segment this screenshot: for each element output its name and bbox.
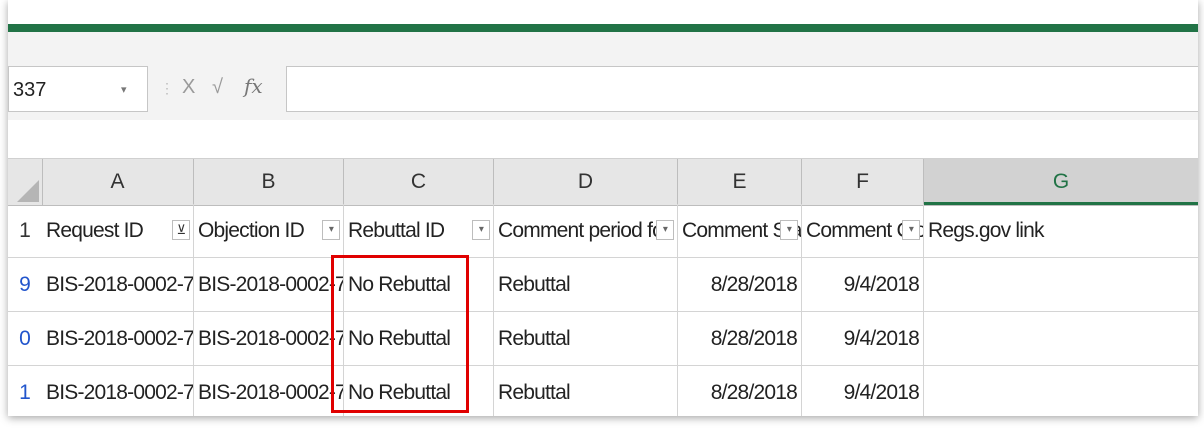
cell-objection-id[interactable]: BIS-2018-0002-7964: [194, 366, 344, 416]
column-header-f[interactable]: F: [802, 159, 924, 205]
select-all-triangle-icon: [17, 180, 39, 202]
header-label: Objection ID: [198, 219, 305, 242]
header-cell-comment-period-for[interactable]: Comment period for: ▾: [494, 204, 678, 257]
header-cell-regs-gov-link[interactable]: Regs.gov link: [924, 204, 1198, 257]
header-cell-request-id[interactable]: Request ID ⊻: [42, 204, 194, 257]
column-header-b[interactable]: B: [194, 159, 344, 205]
ribbon-area: [8, 32, 1198, 62]
table-row: 0 BIS-2018-0002-7961 BIS-2018-0002-7963 …: [8, 312, 1198, 366]
header-cell-comment-close[interactable]: Comment Close ▾: [802, 204, 924, 257]
cell-request-id[interactable]: BIS-2018-0002-7961: [42, 258, 194, 311]
cell-comment-close[interactable]: 9/4/2018: [802, 312, 924, 365]
cancel-icon[interactable]: X: [182, 76, 195, 99]
grip-dots-icon: ⋮: [160, 80, 174, 96]
select-all-corner[interactable]: [8, 159, 43, 205]
column-header-d[interactable]: D: [494, 159, 678, 205]
cell-rebuttal-id[interactable]: No Rebuttal: [344, 366, 494, 416]
cell-comment-start[interactable]: 8/28/2018: [678, 258, 802, 311]
dropdown-arrow-icon[interactable]: ▾: [780, 220, 798, 240]
formula-input[interactable]: [286, 66, 1198, 112]
ribbon-accent-bar: [8, 24, 1198, 32]
insert-function-icon[interactable]: fx: [244, 74, 263, 98]
cell-comment-close[interactable]: 9/4/2018: [802, 366, 924, 416]
cell-regs-gov-link[interactable]: [924, 366, 1198, 416]
header-cell-objection-id[interactable]: Objection ID ▾: [194, 204, 344, 257]
cell-objection-id[interactable]: BIS-2018-0002-7963: [194, 312, 344, 365]
dropdown-arrow-icon[interactable]: ▾: [322, 220, 340, 240]
dropdown-arrow-icon[interactable]: ▾: [902, 220, 920, 240]
cell-regs-gov-link[interactable]: [924, 312, 1198, 365]
formula-row: 337 ▾ ⋮ X √ fx: [8, 62, 1198, 120]
header-cell-rebuttal-id[interactable]: Rebuttal ID ▾: [344, 204, 494, 257]
cell-request-id[interactable]: BIS-2018-0002-7961: [42, 312, 194, 365]
row-number[interactable]: 9: [8, 258, 42, 311]
formula-controls: ⋮ X √ fx: [148, 66, 286, 110]
row-number[interactable]: 0: [8, 312, 42, 365]
cell-rebuttal-id[interactable]: No Rebuttal: [344, 312, 494, 365]
row-number[interactable]: 1: [8, 366, 42, 416]
name-box[interactable]: 337 ▾: [8, 66, 148, 112]
dropdown-arrow-icon[interactable]: ▾: [472, 220, 490, 240]
spreadsheet-window: 337 ▾ ⋮ X √ fx A B C D E F G 1 Request I…: [8, 0, 1198, 416]
filter-funnel-icon[interactable]: ⊻: [172, 220, 190, 240]
row-number[interactable]: 1: [8, 204, 42, 257]
table-row: 9 BIS-2018-0002-7961 BIS-2018-0002-7962 …: [8, 258, 1198, 312]
cell-comment-period-for[interactable]: Rebuttal: [494, 258, 678, 311]
column-header-a[interactable]: A: [42, 159, 194, 205]
cell-rebuttal-id[interactable]: No Rebuttal: [344, 258, 494, 311]
dropdown-arrow-icon[interactable]: ▾: [656, 220, 674, 240]
name-box-value: 337: [13, 79, 47, 101]
column-header-g[interactable]: G: [924, 159, 1198, 205]
table-header-row: 1 Request ID ⊻ Objection ID ▾ Rebuttal I…: [8, 204, 1198, 258]
header-label: Request ID: [46, 219, 144, 242]
cell-objection-id[interactable]: BIS-2018-0002-7962: [194, 258, 344, 311]
header-label: Comment period for:: [498, 219, 675, 242]
table-row: 1 BIS-2018-0002-7961 BIS-2018-0002-7964 …: [8, 366, 1198, 416]
column-headers: A B C D E F G: [8, 158, 1198, 206]
header-label: Rebuttal ID: [348, 219, 445, 242]
cell-comment-period-for[interactable]: Rebuttal: [494, 366, 678, 416]
header-cell-comment-start[interactable]: Comment Star ▾: [678, 204, 802, 257]
cell-request-id[interactable]: BIS-2018-0002-7961: [42, 366, 194, 416]
name-box-dropdown-icon[interactable]: ▾: [121, 83, 127, 96]
cell-comment-period-for[interactable]: Rebuttal: [494, 312, 678, 365]
cell-comment-close[interactable]: 9/4/2018: [802, 258, 924, 311]
column-header-c[interactable]: C: [344, 159, 494, 205]
enter-check-icon[interactable]: √: [212, 76, 223, 99]
cell-regs-gov-link[interactable]: [924, 258, 1198, 311]
cell-comment-start[interactable]: 8/28/2018: [678, 366, 802, 416]
cell-comment-start[interactable]: 8/28/2018: [678, 312, 802, 365]
column-header-e[interactable]: E: [678, 159, 802, 205]
